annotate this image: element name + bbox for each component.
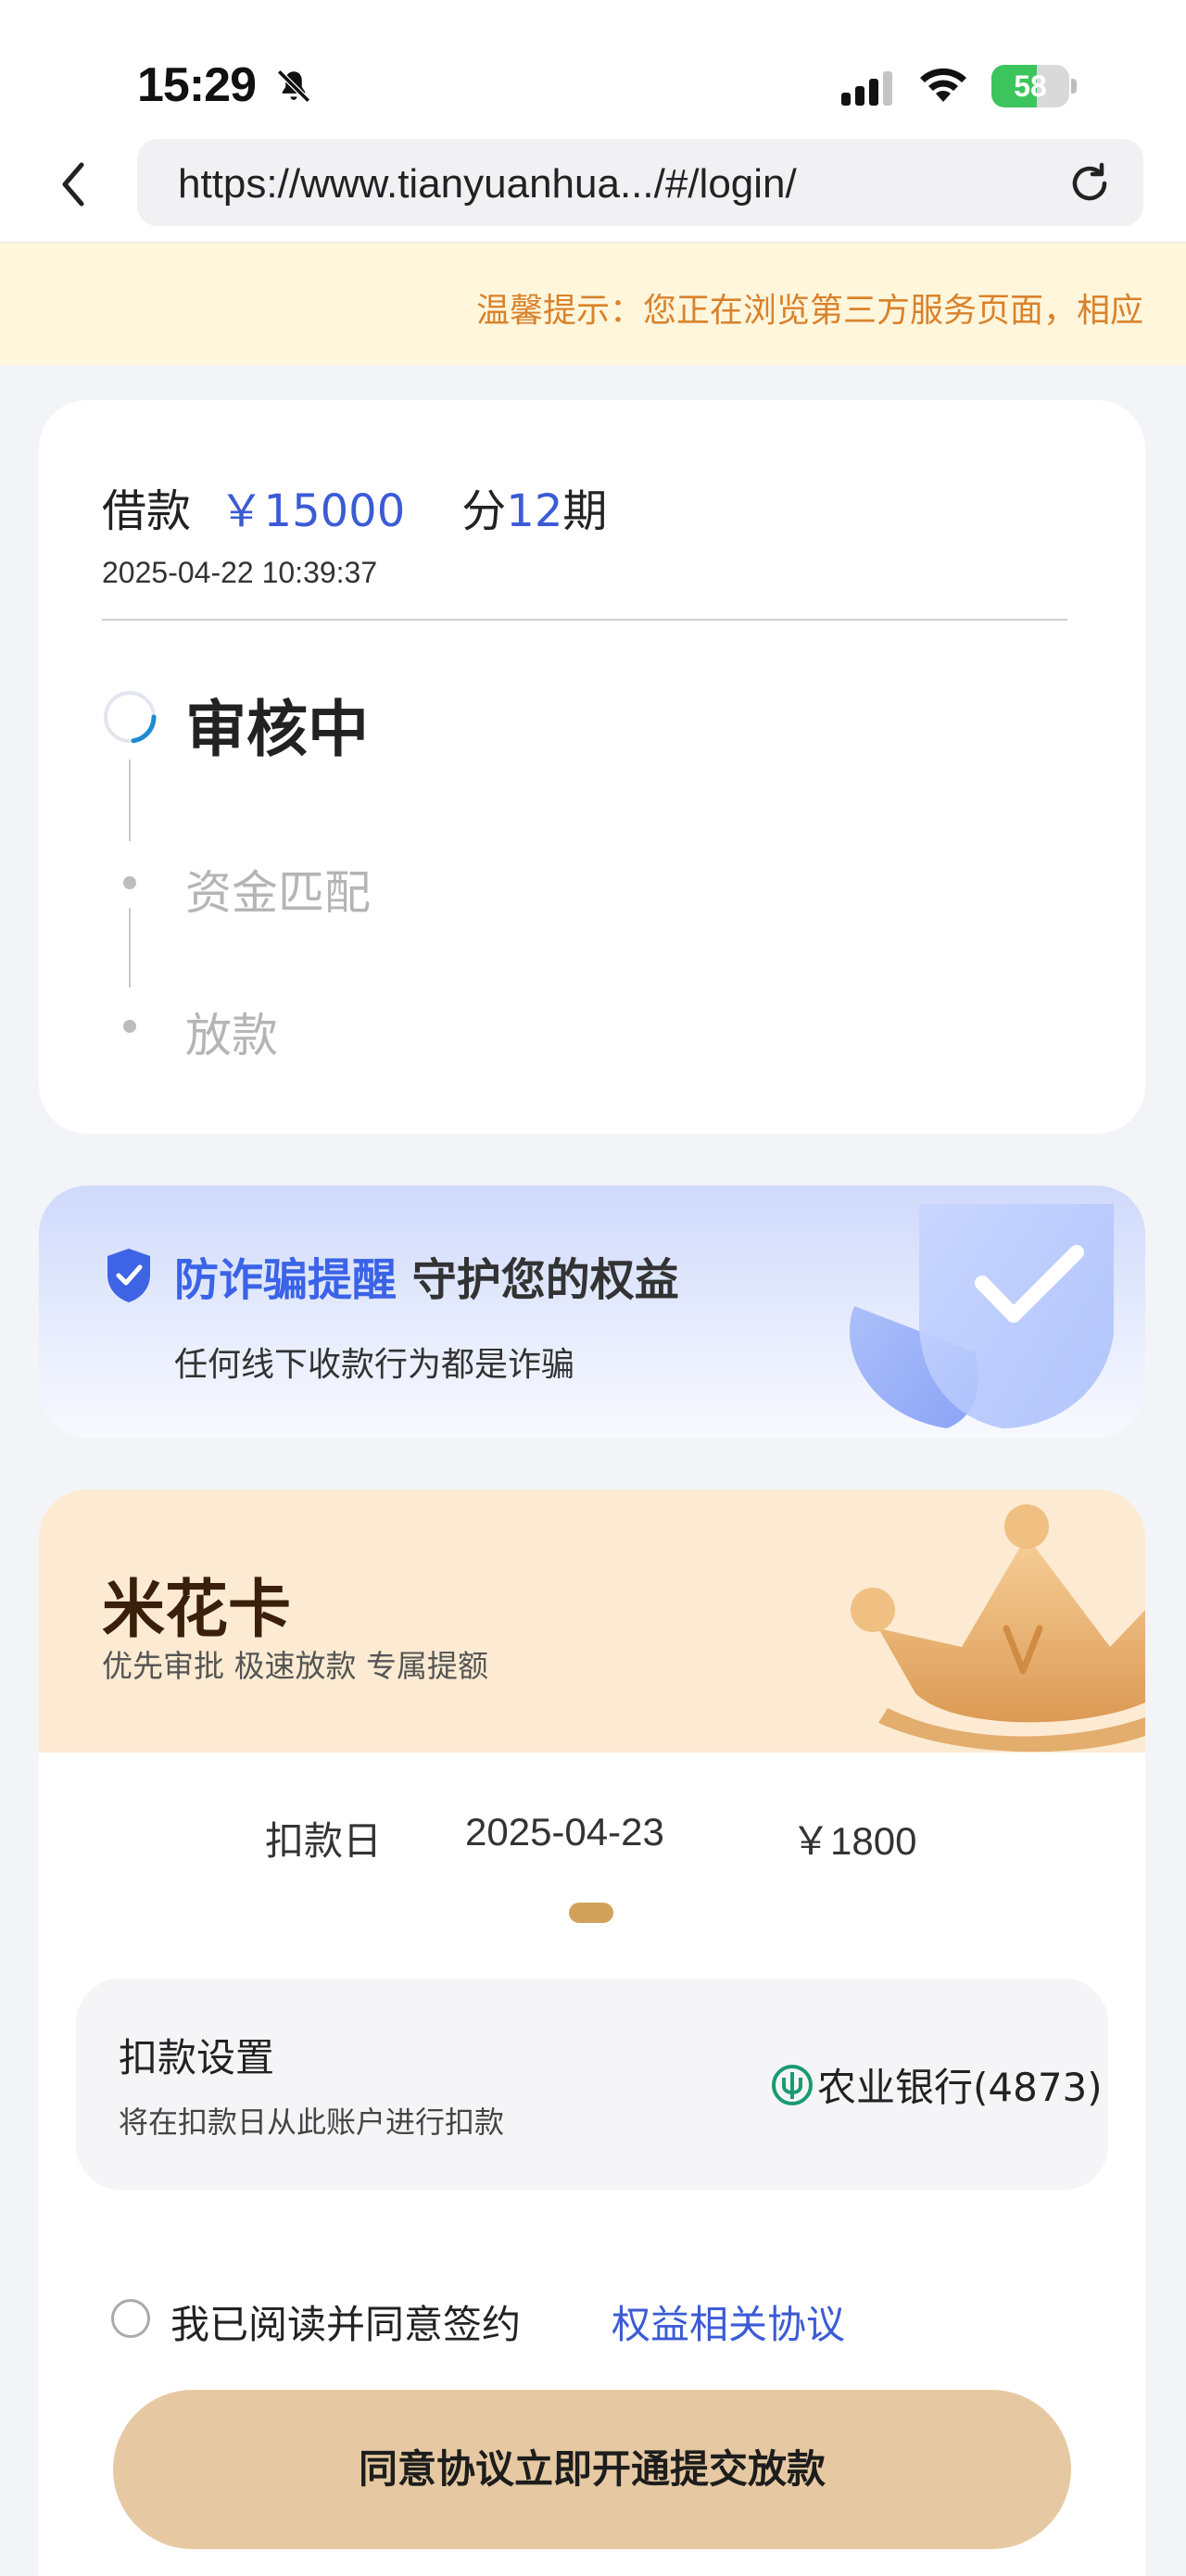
deduction-subtitle: 将在扣款日从此账户进行扣款 [119,2105,505,2140]
reload-icon[interactable] [1064,157,1116,209]
signal-icon [841,71,892,106]
fraud-title: 防诈骗提醒 守护您的权益 [174,1243,679,1308]
battery-icon: 58 [991,65,1077,107]
step-reviewing: 审核中 [185,694,369,765]
divider [102,619,1067,621]
step-fund-matching: 资金匹配 [185,866,371,920]
fraud-subtitle: 任何线下收款行为都是诈骗 [174,1346,575,1384]
crown-icon [851,1504,1145,1753]
step-connector [129,908,131,987]
step-connector [129,760,131,841]
agreement-checkbox[interactable] [111,2299,150,2338]
step-dot [123,876,136,889]
pager-indicator[interactable] [569,1903,613,1923]
battery-percent: 58 [1014,69,1047,103]
url-bar[interactable]: https://www.tianyuanhua.../#/login/ [137,139,1143,226]
url-text: https://www.tianyuanhua.../#/login/ [178,161,797,207]
deduction-title: 扣款设置 [119,2035,275,2080]
submit-button[interactable]: 同意协议立即开通提交放款 [113,2390,1071,2549]
installment-suffix: 期 [562,485,608,537]
loan-datetime: 2025-04-22 10:39:37 [102,556,378,589]
status-time: 15:29 [137,58,257,112]
loan-status-card: 借款 ￥15000 分12期 2025-04-22 10:39:37 审核中 资… [39,400,1145,1134]
status-bar: 15:29 58 [0,0,1186,139]
repayment-label: 扣款日 [265,1818,383,1864]
loading-spinner-icon [104,691,157,744]
fraud-title-accent: 防诈骗提醒 [174,1254,397,1306]
deduction-settings[interactable]: 扣款设置 将在扣款日从此账户进行扣款 农业银行(4873) [76,1979,1108,2190]
browser-nav-bar: https://www.tianyuanhua.../#/login/ [0,139,1186,243]
membership-header: 米花卡 优先审批 极速放款 专属提额 [39,1489,1145,1753]
step-disbursement: 放款 [185,1009,278,1062]
loan-label: 借款 [102,485,192,537]
agreement-link[interactable]: 权益相关协议 [612,2293,845,2350]
repayment-date: 2025-04-23 [465,1810,664,1853]
bank-account: 农业银行(4873) [817,2065,1103,2110]
fraud-title-rest: 守护您的权益 [411,1254,679,1306]
repayment-row: 扣款日 2025-04-23 ￥1800 [39,1810,1145,1866]
step-dot [123,1020,136,1033]
shield-illustration-icon [849,1204,1114,1428]
notice-text: 温馨提示：您正在浏览第三方服务页面，相应 [476,292,1144,330]
loan-summary: 借款 ￥15000 分12期 [102,474,607,539]
agreement-text: 我已阅读并同意签约 [170,2302,522,2347]
notice-banner: 温馨提示：您正在浏览第三方服务页面，相应 [0,243,1186,365]
repayment-amount: ￥1800 [791,1819,917,1863]
installment-count: 12 [506,485,563,537]
anti-fraud-banner: 防诈骗提醒 守护您的权益 任何线下收款行为都是诈骗 [39,1186,1145,1438]
back-chevron-icon[interactable] [46,152,102,217]
installment-prefix: 分 [461,485,507,537]
membership-title: 米花卡 [102,1574,292,1647]
bell-muted-icon [277,69,310,103]
membership-card: 米花卡 优先审批 极速放款 专属提额 扣款日 2025-04-23 ￥1800 … [39,1489,1145,2576]
agricultural-bank-logo-icon [772,2065,813,2105]
shield-check-icon [107,1249,150,1302]
membership-subtitle: 优先审批 极速放款 专属提额 [102,1648,488,1684]
loan-amount: ￥15000 [219,485,406,537]
wifi-icon [920,68,966,102]
